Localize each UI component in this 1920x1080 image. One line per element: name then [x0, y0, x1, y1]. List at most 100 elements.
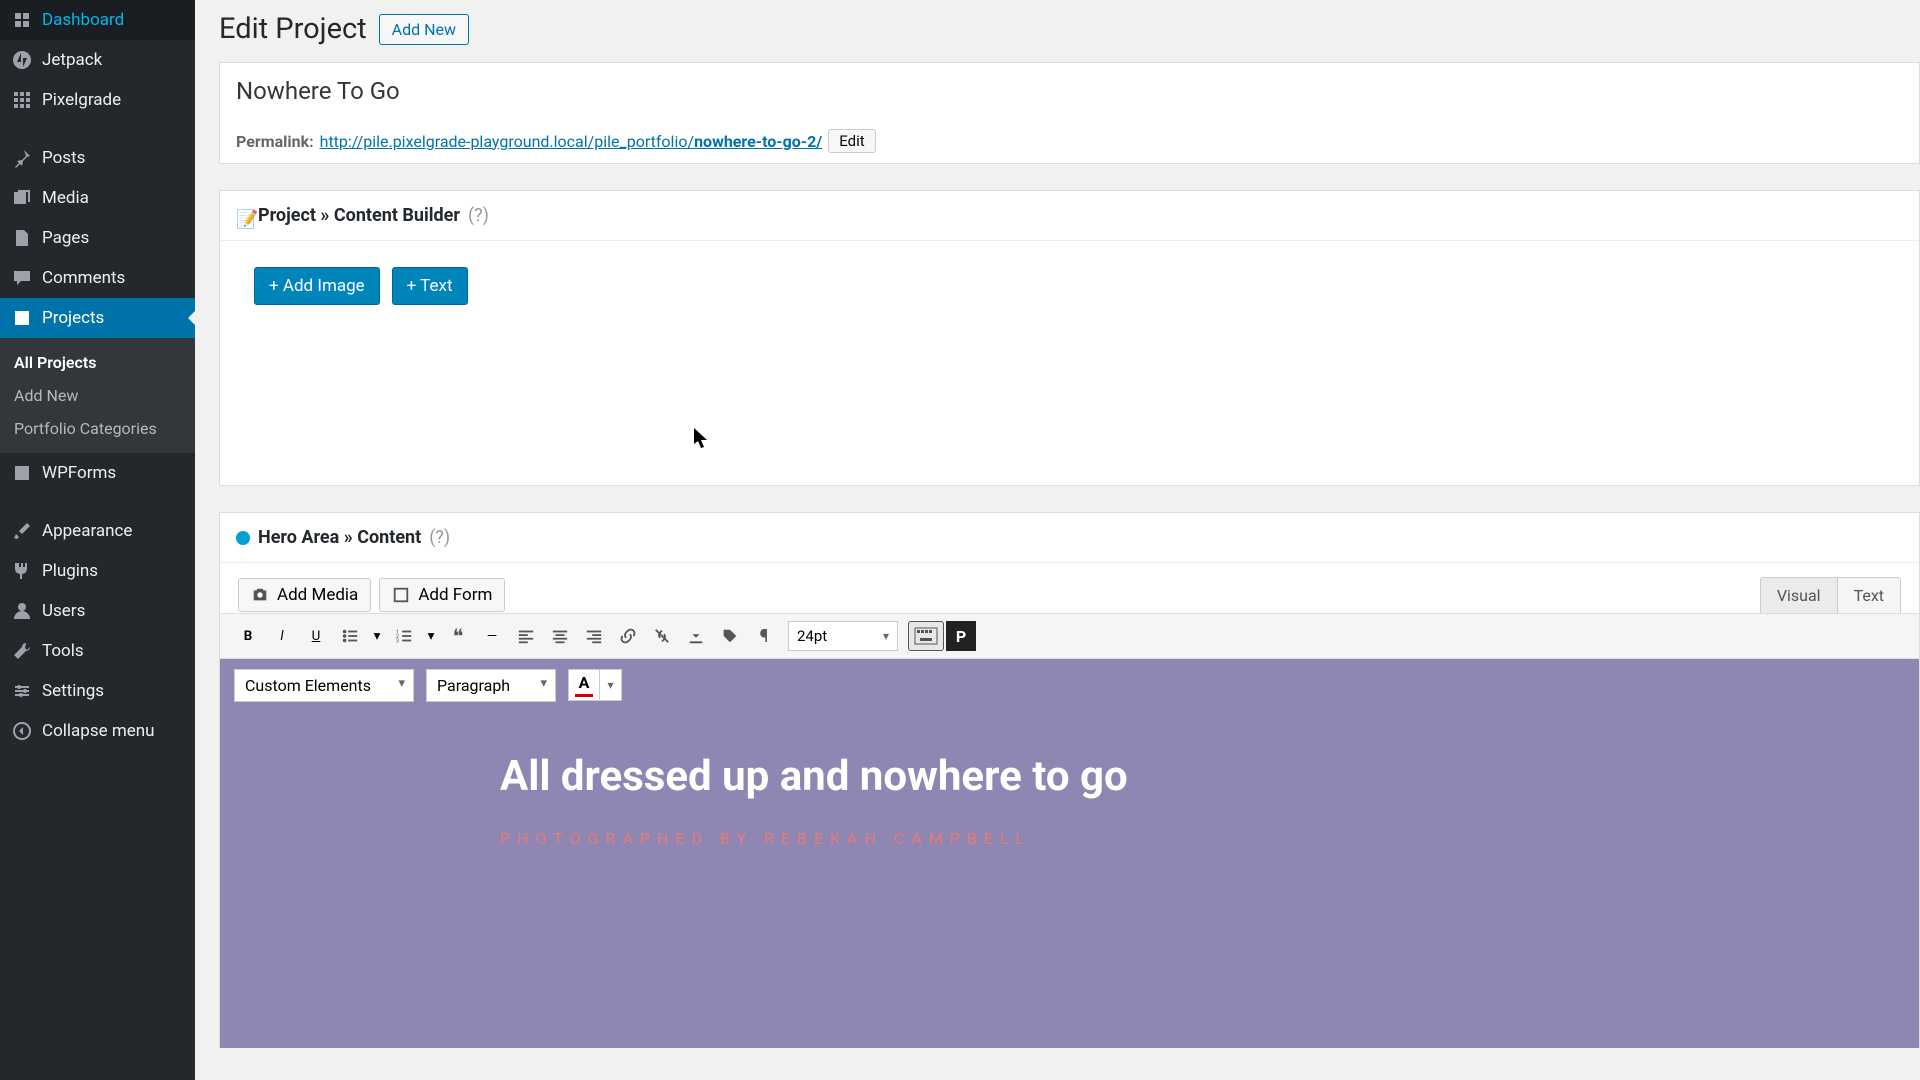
- bold-button[interactable]: B: [232, 620, 264, 652]
- hero-area-panel: Hero Area » Content (?) Add Media Add Fo…: [219, 512, 1920, 1048]
- sidebar-item-label: Plugins: [42, 561, 98, 581]
- sidebar-item-tools[interactable]: Tools: [0, 631, 195, 671]
- sidebar-item-label: WPForms: [42, 463, 116, 483]
- sidebar-item-users[interactable]: Users: [0, 591, 195, 631]
- section-title: Project » Content Builder: [258, 205, 460, 226]
- admin-sidebar: Dashboard Jetpack Pixelgrade Posts Media…: [0, 0, 195, 1080]
- p-button[interactable]: P: [946, 621, 976, 651]
- pixelgrade-icon: [12, 90, 32, 110]
- hero-heading: All dressed up and nowhere to go: [500, 752, 1859, 801]
- camera-icon: [251, 586, 269, 604]
- sliders-icon: [12, 681, 32, 701]
- italic-button[interactable]: I: [266, 620, 298, 652]
- sidebar-item-label: Settings: [42, 681, 104, 701]
- page-icon: [12, 228, 32, 248]
- title-panel: Permalink: http://pile.pixelgrade-playgr…: [219, 62, 1920, 164]
- custom-elements-select[interactable]: Custom Elements: [234, 669, 414, 702]
- comment-icon: [12, 268, 32, 288]
- sidebar-item-label: Pages: [42, 228, 89, 248]
- sidebar-item-pages[interactable]: Pages: [0, 218, 195, 258]
- number-list-dropdown[interactable]: ▾: [422, 620, 440, 652]
- user-icon: [12, 601, 32, 621]
- paragraph-button[interactable]: ¶: [748, 620, 780, 652]
- projects-icon: [12, 308, 32, 328]
- sidebar-item-label: Projects: [42, 308, 104, 328]
- media-icon: [12, 188, 32, 208]
- sidebar-item-appearance[interactable]: Appearance: [0, 511, 195, 551]
- forms-icon: [12, 463, 32, 483]
- align-center-button[interactable]: [544, 620, 576, 652]
- align-right-button[interactable]: [578, 620, 610, 652]
- insert-button[interactable]: [680, 620, 712, 652]
- add-image-button[interactable]: + Add Image: [254, 267, 380, 305]
- memo-icon: 📝: [236, 209, 250, 223]
- editor-toolbar: B I U ▾ 123 ▾ ❝ — ¶ 24pt P: [220, 613, 1919, 659]
- help-icon[interactable]: (?): [468, 205, 489, 226]
- content-builder-panel: 📝 Project » Content Builder (?) + Add Im…: [219, 190, 1920, 486]
- editor-content[interactable]: All dressed up and nowhere to go PHOTOGR…: [220, 712, 1919, 1048]
- sidebar-item-label: Jetpack: [42, 50, 102, 70]
- keyboard-button[interactable]: [908, 621, 944, 651]
- plug-icon: [12, 561, 32, 581]
- tab-visual[interactable]: Visual: [1760, 577, 1838, 613]
- add-media-button[interactable]: Add Media: [238, 578, 371, 612]
- svg-text:3: 3: [396, 638, 399, 644]
- edit-permalink-button[interactable]: Edit: [828, 129, 875, 153]
- permalink-label: Permalink:: [236, 132, 314, 151]
- hr-button[interactable]: —: [476, 620, 508, 652]
- blockquote-button[interactable]: ❝: [442, 620, 474, 652]
- sidebar-collapse[interactable]: Collapse menu: [0, 711, 195, 751]
- wrench-icon: [12, 641, 32, 661]
- pin-icon: [12, 148, 32, 168]
- sidebar-item-dashboard[interactable]: Dashboard: [0, 0, 195, 40]
- sidebar-item-label: Tools: [42, 641, 84, 661]
- fontsize-select[interactable]: 24pt: [788, 621, 898, 651]
- collapse-icon: [12, 721, 32, 741]
- bullet-list-dropdown[interactable]: ▾: [368, 620, 386, 652]
- help-icon[interactable]: (?): [429, 527, 450, 548]
- number-list-button[interactable]: 123: [388, 620, 420, 652]
- sidebar-item-label: Collapse menu: [42, 721, 155, 741]
- text-color-button[interactable]: A: [568, 669, 600, 701]
- sidebar-item-settings[interactable]: Settings: [0, 671, 195, 711]
- paragraph-select[interactable]: Paragraph: [426, 669, 556, 702]
- tab-text[interactable]: Text: [1838, 577, 1901, 613]
- add-new-button[interactable]: Add New: [379, 14, 469, 45]
- sidebar-item-label: Posts: [42, 148, 85, 168]
- brush-icon: [12, 521, 32, 541]
- text-color-dropdown[interactable]: ▾: [600, 669, 622, 701]
- editor-toolbar-2: Custom Elements Paragraph A ▾: [220, 659, 1919, 712]
- submenu-portfolio-categories[interactable]: Portfolio Categories: [0, 412, 195, 445]
- project-title-input[interactable]: [220, 63, 1919, 119]
- sidebar-item-media[interactable]: Media: [0, 178, 195, 218]
- sidebar-item-label: Media: [42, 188, 89, 208]
- main-content: Edit Project Add New Permalink: http://p…: [195, 0, 1920, 1080]
- add-text-button[interactable]: + Text: [392, 267, 468, 305]
- submenu-all-projects[interactable]: All Projects: [0, 346, 195, 379]
- sidebar-item-jetpack[interactable]: Jetpack: [0, 40, 195, 80]
- dashboard-icon: [12, 10, 32, 30]
- link-button[interactable]: [612, 620, 644, 652]
- submenu-add-new[interactable]: Add New: [0, 379, 195, 412]
- sidebar-item-wpforms[interactable]: WPForms: [0, 453, 195, 493]
- sidebar-item-label: Appearance: [42, 521, 132, 541]
- add-form-button[interactable]: Add Form: [379, 578, 505, 612]
- form-icon: [392, 586, 410, 604]
- sidebar-item-comments[interactable]: Comments: [0, 258, 195, 298]
- page-title: Edit Project: [219, 12, 367, 46]
- sidebar-item-label: Pixelgrade: [42, 90, 121, 110]
- jetpack-icon: [12, 50, 32, 70]
- align-left-button[interactable]: [510, 620, 542, 652]
- unlink-button[interactable]: [646, 620, 678, 652]
- sidebar-item-plugins[interactable]: Plugins: [0, 551, 195, 591]
- bullet-list-button[interactable]: [334, 620, 366, 652]
- sidebar-item-label: Comments: [42, 268, 125, 288]
- sidebar-item-pixelgrade[interactable]: Pixelgrade: [0, 80, 195, 120]
- tag-button[interactable]: [714, 620, 746, 652]
- hero-subheading: PHOTOGRAPHED BY REBEKAH CAMPBELL: [500, 829, 1859, 848]
- sidebar-item-projects[interactable]: Projects: [0, 298, 195, 338]
- underline-button[interactable]: U: [300, 620, 332, 652]
- sidebar-submenu: All Projects Add New Portfolio Categorie…: [0, 338, 195, 453]
- sidebar-item-posts[interactable]: Posts: [0, 138, 195, 178]
- permalink-link[interactable]: http://pile.pixelgrade-playground.local/…: [320, 132, 823, 151]
